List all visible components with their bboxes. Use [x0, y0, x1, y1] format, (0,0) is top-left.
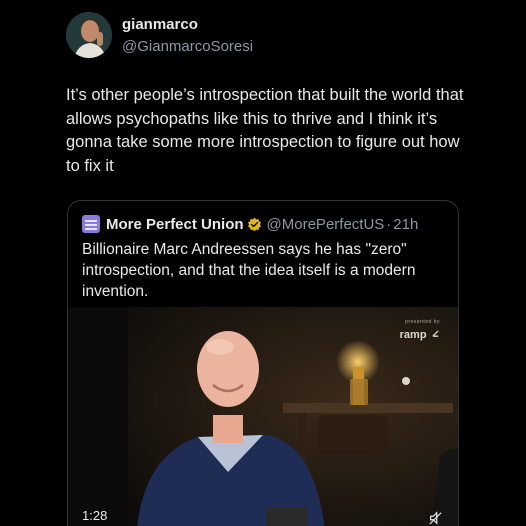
sponsor-watermark: presented by ramp [400, 319, 440, 343]
mute-icon[interactable] [428, 511, 442, 525]
video-duration: 1:28 [82, 508, 108, 523]
video-player[interactable]: presented by ramp 1:28 [68, 307, 458, 526]
author-name[interactable]: gianmarco [122, 16, 198, 33]
quote-separator: · [386, 215, 392, 233]
quote-tweet-card[interactable]: More Perfect Union @MorePerfectUS · 21h … [67, 200, 459, 526]
quote-timestamp[interactable]: 21h [393, 216, 418, 233]
ramp-logo-icon [432, 330, 439, 337]
avatar[interactable] [66, 12, 112, 58]
sponsor-caption: presented by [405, 319, 440, 325]
tweet-text: It’s other people’s introspection that b… [66, 86, 464, 175]
quote-author-name[interactable]: More Perfect Union [106, 216, 244, 233]
more-perfect-union-logo-icon [82, 215, 100, 233]
verified-badge-icon [247, 217, 261, 231]
author-handle[interactable]: @GianmarcoSoresi [122, 38, 253, 55]
quote-author-handle[interactable]: @MorePerfectUS [267, 216, 385, 233]
tweet-header: gianmarco @GianmarcoSoresi [66, 12, 506, 60]
quote-text: Billionaire Marc Andreessen says he has … [82, 241, 416, 300]
sponsor-name: ramp [399, 329, 427, 341]
quote-header: More Perfect Union @MorePerfectUS · 21h [82, 214, 418, 234]
